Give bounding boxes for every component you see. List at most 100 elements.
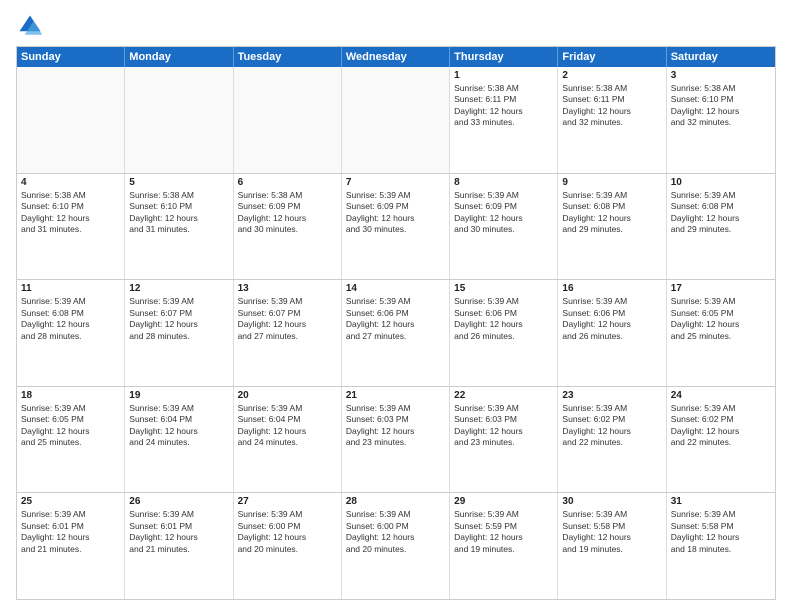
day-cell-9: 9 Sunrise: 5:39 AM Sunset: 6:08 PM Daylig…	[558, 174, 666, 280]
header-cell-saturday: Saturday	[667, 47, 775, 67]
day-number-28: 28	[346, 496, 445, 507]
day-cell-28: 28Sunrise: 5:39 AM Sunset: 6:00 PM Dayli…	[342, 493, 450, 599]
day-info-19: Sunrise: 5:39 AM Sunset: 6:04 PM Dayligh…	[129, 403, 228, 449]
header	[16, 12, 776, 40]
day-number-20: 20	[238, 390, 337, 401]
day-number-5: 5	[129, 177, 228, 188]
calendar-header-row: SundayMondayTuesdayWednesdayThursdayFrid…	[17, 47, 775, 67]
empty-cell	[342, 67, 450, 173]
day-cell-8: 8Sunrise: 5:39 AM Sunset: 6:09 PM Daylig…	[450, 174, 558, 280]
day-cell-3: 3 Sunrise: 5:38 AM Sunset: 6:10 PM Daylig…	[667, 67, 775, 173]
day-number-18: 18	[21, 390, 120, 401]
day-info-23: Sunrise: 5:39 AM Sunset: 6:02 PM Dayligh…	[562, 403, 661, 449]
day-number-16: 16	[562, 283, 661, 294]
day-number-10: 10	[671, 177, 771, 188]
day-number-3: 3	[671, 70, 771, 81]
week-row-4: 18 Sunrise: 5:39 AM Sunset: 6:05 PM Dayli…	[17, 387, 775, 494]
day-info-14: Sunrise: 5:39 AM Sunset: 6:06 PM Dayligh…	[346, 296, 445, 342]
day-cell-10: 10 Sunrise: 5:39 AM Sunset: 6:08 PM Dayli…	[667, 174, 775, 280]
day-info-27: Sunrise: 5:39 AM Sunset: 6:00 PM Dayligh…	[238, 509, 337, 555]
day-info-11: Sunrise: 5:39 AM Sunset: 6:08 PM Dayligh…	[21, 296, 120, 342]
day-number-7: 7	[346, 177, 445, 188]
header-cell-wednesday: Wednesday	[342, 47, 450, 67]
day-cell-4: 4 Sunrise: 5:38 AM Sunset: 6:10 PM Daylig…	[17, 174, 125, 280]
day-number-29: 29	[454, 496, 553, 507]
day-cell-17: 17 Sunrise: 5:39 AM Sunset: 6:05 PM Dayli…	[667, 280, 775, 386]
day-number-12: 12	[129, 283, 228, 294]
day-number-31: 31	[671, 496, 771, 507]
day-cell-15: 15Sunrise: 5:39 AM Sunset: 6:06 PM Dayli…	[450, 280, 558, 386]
week-row-5: 25 Sunrise: 5:39 AM Sunset: 6:01 PM Dayli…	[17, 493, 775, 599]
day-number-26: 26	[129, 496, 228, 507]
day-number-22: 22	[454, 390, 553, 401]
header-cell-thursday: Thursday	[450, 47, 558, 67]
day-cell-24: 24Sunrise: 5:39 AM Sunset: 6:02 PM Dayli…	[667, 387, 775, 493]
empty-cell	[234, 67, 342, 173]
logo-icon	[16, 12, 44, 40]
day-number-21: 21	[346, 390, 445, 401]
day-info-6: Sunrise: 5:38 AM Sunset: 6:09 PM Dayligh…	[238, 190, 337, 236]
day-cell-22: 22 Sunrise: 5:39 AM Sunset: 6:03 PM Dayli…	[450, 387, 558, 493]
day-info-20: Sunrise: 5:39 AM Sunset: 6:04 PM Dayligh…	[238, 403, 337, 449]
day-cell-12: 12 Sunrise: 5:39 AM Sunset: 6:07 PM Dayli…	[125, 280, 233, 386]
day-info-13: Sunrise: 5:39 AM Sunset: 6:07 PM Dayligh…	[238, 296, 337, 342]
day-info-5: Sunrise: 5:38 AM Sunset: 6:10 PM Dayligh…	[129, 190, 228, 236]
day-cell-19: 19Sunrise: 5:39 AM Sunset: 6:04 PM Dayli…	[125, 387, 233, 493]
week-row-1: 1Sunrise: 5:38 AM Sunset: 6:11 PM Daylig…	[17, 67, 775, 174]
day-info-29: Sunrise: 5:39 AM Sunset: 5:59 PM Dayligh…	[454, 509, 553, 555]
day-cell-11: 11 Sunrise: 5:39 AM Sunset: 6:08 PM Dayli…	[17, 280, 125, 386]
header-cell-friday: Friday	[558, 47, 666, 67]
day-number-2: 2	[562, 70, 661, 81]
day-info-1: Sunrise: 5:38 AM Sunset: 6:11 PM Dayligh…	[454, 83, 553, 129]
empty-cell	[17, 67, 125, 173]
day-cell-26: 26Sunrise: 5:39 AM Sunset: 6:01 PM Dayli…	[125, 493, 233, 599]
day-info-3: Sunrise: 5:38 AM Sunset: 6:10 PM Dayligh…	[671, 83, 771, 129]
week-row-2: 4 Sunrise: 5:38 AM Sunset: 6:10 PM Daylig…	[17, 174, 775, 281]
day-info-12: Sunrise: 5:39 AM Sunset: 6:07 PM Dayligh…	[129, 296, 228, 342]
header-cell-monday: Monday	[125, 47, 233, 67]
day-cell-23: 23Sunrise: 5:39 AM Sunset: 6:02 PM Dayli…	[558, 387, 666, 493]
day-info-21: Sunrise: 5:39 AM Sunset: 6:03 PM Dayligh…	[346, 403, 445, 449]
day-info-18: Sunrise: 5:39 AM Sunset: 6:05 PM Dayligh…	[21, 403, 120, 449]
day-number-27: 27	[238, 496, 337, 507]
header-cell-tuesday: Tuesday	[234, 47, 342, 67]
day-number-17: 17	[671, 283, 771, 294]
day-cell-13: 13 Sunrise: 5:39 AM Sunset: 6:07 PM Dayli…	[234, 280, 342, 386]
day-cell-31: 31Sunrise: 5:39 AM Sunset: 5:58 PM Dayli…	[667, 493, 775, 599]
logo	[16, 12, 48, 40]
day-cell-16: 16 Sunrise: 5:39 AM Sunset: 6:06 PM Dayli…	[558, 280, 666, 386]
day-number-6: 6	[238, 177, 337, 188]
day-info-10: Sunrise: 5:39 AM Sunset: 6:08 PM Dayligh…	[671, 190, 771, 236]
day-cell-7: 7Sunrise: 5:39 AM Sunset: 6:09 PM Daylig…	[342, 174, 450, 280]
day-cell-5: 5 Sunrise: 5:38 AM Sunset: 6:10 PM Daylig…	[125, 174, 233, 280]
calendar-body: 1Sunrise: 5:38 AM Sunset: 6:11 PM Daylig…	[17, 67, 775, 599]
day-cell-18: 18 Sunrise: 5:39 AM Sunset: 6:05 PM Dayli…	[17, 387, 125, 493]
day-cell-21: 21 Sunrise: 5:39 AM Sunset: 6:03 PM Dayli…	[342, 387, 450, 493]
day-info-22: Sunrise: 5:39 AM Sunset: 6:03 PM Dayligh…	[454, 403, 553, 449]
day-number-30: 30	[562, 496, 661, 507]
calendar: SundayMondayTuesdayWednesdayThursdayFrid…	[16, 46, 776, 600]
header-cell-sunday: Sunday	[17, 47, 125, 67]
week-row-3: 11 Sunrise: 5:39 AM Sunset: 6:08 PM Dayli…	[17, 280, 775, 387]
day-info-25: Sunrise: 5:39 AM Sunset: 6:01 PM Dayligh…	[21, 509, 120, 555]
day-number-13: 13	[238, 283, 337, 294]
day-number-25: 25	[21, 496, 120, 507]
day-info-9: Sunrise: 5:39 AM Sunset: 6:08 PM Dayligh…	[562, 190, 661, 236]
day-info-30: Sunrise: 5:39 AM Sunset: 5:58 PM Dayligh…	[562, 509, 661, 555]
day-info-4: Sunrise: 5:38 AM Sunset: 6:10 PM Dayligh…	[21, 190, 120, 236]
day-cell-29: 29 Sunrise: 5:39 AM Sunset: 5:59 PM Dayli…	[450, 493, 558, 599]
day-cell-2: 2 Sunrise: 5:38 AM Sunset: 6:11 PM Daylig…	[558, 67, 666, 173]
day-info-15: Sunrise: 5:39 AM Sunset: 6:06 PM Dayligh…	[454, 296, 553, 342]
day-number-4: 4	[21, 177, 120, 188]
day-info-17: Sunrise: 5:39 AM Sunset: 6:05 PM Dayligh…	[671, 296, 771, 342]
page: SundayMondayTuesdayWednesdayThursdayFrid…	[0, 0, 792, 612]
day-cell-27: 27 Sunrise: 5:39 AM Sunset: 6:00 PM Dayli…	[234, 493, 342, 599]
day-cell-30: 30 Sunrise: 5:39 AM Sunset: 5:58 PM Dayli…	[558, 493, 666, 599]
day-info-16: Sunrise: 5:39 AM Sunset: 6:06 PM Dayligh…	[562, 296, 661, 342]
day-number-8: 8	[454, 177, 553, 188]
day-info-2: Sunrise: 5:38 AM Sunset: 6:11 PM Dayligh…	[562, 83, 661, 129]
day-cell-1: 1Sunrise: 5:38 AM Sunset: 6:11 PM Daylig…	[450, 67, 558, 173]
day-number-14: 14	[346, 283, 445, 294]
day-number-11: 11	[21, 283, 120, 294]
day-number-9: 9	[562, 177, 661, 188]
